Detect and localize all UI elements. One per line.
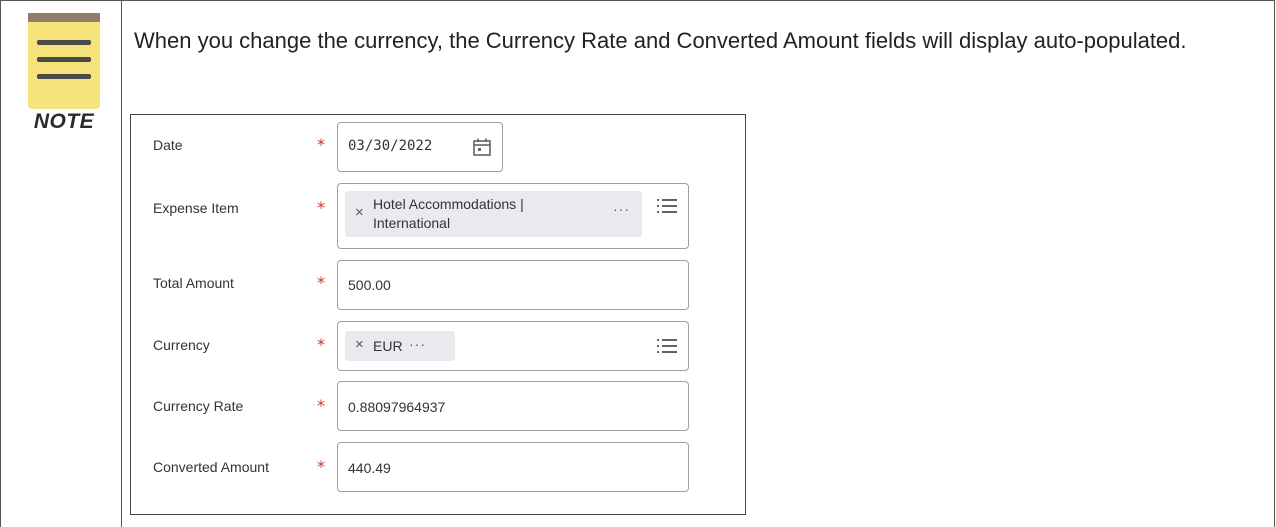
required-mark: * [317,335,325,354]
required-mark: * [317,273,325,292]
remove-icon[interactable]: × [355,204,364,221]
note-label: NOTE [33,110,95,133]
remove-icon[interactable]: × [355,336,364,353]
more-options-icon[interactable]: ··· [409,336,426,352]
expense-item-value-line1: Hotel Accommodations | [373,196,524,212]
currency-rate-label: Currency Rate [153,398,244,414]
notepad-line [37,74,91,79]
total-amount-label: Total Amount [153,275,234,291]
date-field[interactable]: 03/30/2022 [337,122,503,172]
converted-amount-label: Converted Amount [153,459,269,475]
notepad-line [37,40,91,45]
currency-rate-value: 0.88097964937 [348,399,446,415]
more-options-icon[interactable]: ··· [613,201,630,217]
notepad-graphic [28,13,100,109]
expense-item-pill: × Hotel Accommodations | International ·… [345,191,642,237]
table-divider [121,0,122,527]
required-mark: * [317,396,325,415]
required-mark: * [317,457,325,476]
currency-label: Currency [153,337,210,353]
notepad-line [37,57,91,62]
expense-item-label: Expense Item [153,200,239,216]
list-icon[interactable] [657,198,677,214]
expense-item-field[interactable]: × Hotel Accommodations | International ·… [337,183,689,249]
expense-form-screenshot: Date * 03/30/2022 Expense Item * × Hotel… [130,114,746,515]
currency-field[interactable]: × EUR ··· [337,321,689,371]
total-amount-value: 500.00 [348,277,391,293]
required-mark: * [317,198,325,217]
date-label: Date [153,137,183,153]
note-text: When you change the currency, the Curren… [134,28,1187,53]
note-icon: NOTE [25,13,103,133]
currency-rate-field[interactable]: 0.88097964937 [337,381,689,431]
required-mark: * [317,135,325,154]
converted-amount-field[interactable]: 440.49 [337,442,689,492]
converted-amount-value: 440.49 [348,460,391,476]
calendar-icon[interactable] [472,137,492,157]
expense-item-value-line2: International [373,215,451,231]
currency-pill: × EUR ··· [345,331,455,361]
total-amount-field[interactable]: 500.00 [337,260,689,310]
list-icon[interactable] [657,338,677,354]
currency-value: EUR [373,338,403,354]
date-value: 03/30/2022 [348,138,433,154]
